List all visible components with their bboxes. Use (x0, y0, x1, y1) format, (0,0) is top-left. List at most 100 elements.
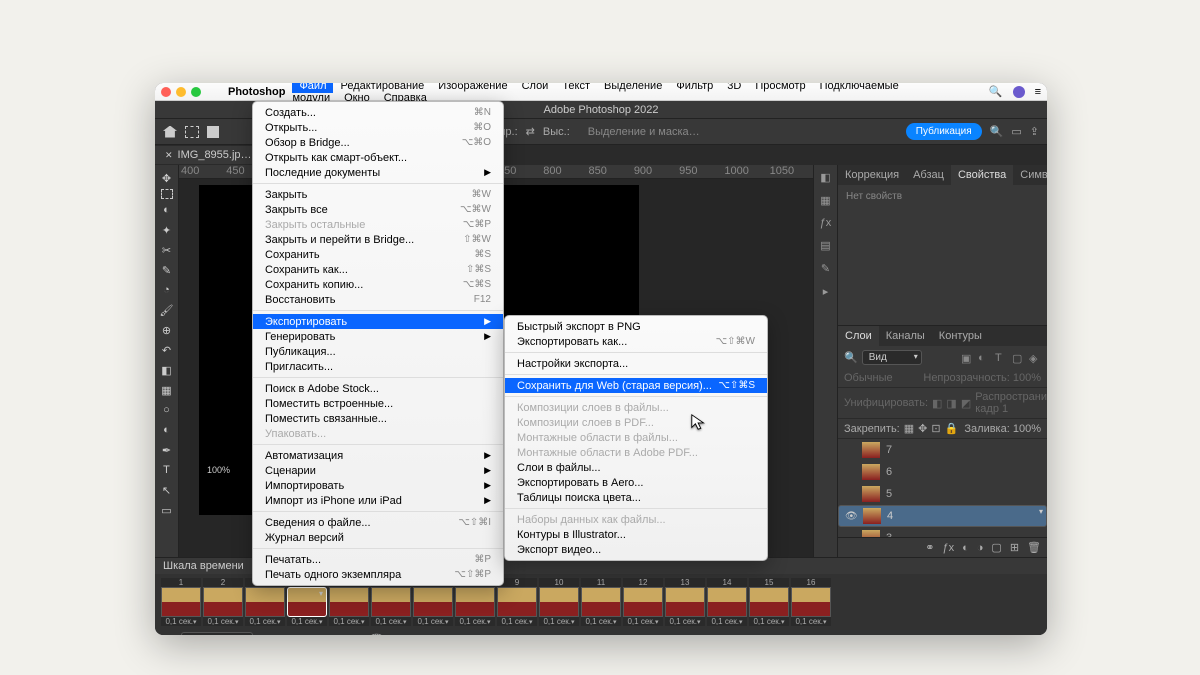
search-icon[interactable]: 🔍 (844, 351, 858, 364)
delete-frame-icon[interactable]: 🗑 (370, 633, 384, 636)
menu-текст[interactable]: Текст (555, 83, 597, 93)
frame[interactable]: 120,1 сек.▾ (623, 578, 663, 626)
close-icon[interactable] (161, 87, 171, 97)
menu-item[interactable]: Экспортировать▶ (253, 314, 503, 329)
app-menu[interactable]: Photoshop (221, 85, 292, 99)
menu-extra-icon[interactable]: ≡ (1035, 86, 1041, 98)
new-group-icon[interactable]: ▢ (991, 541, 1001, 554)
loop-select[interactable]: Постоянно (181, 632, 253, 636)
home-icon[interactable] (163, 126, 177, 138)
menu-item[interactable]: Настройки экспорта... (505, 356, 767, 371)
layer-tab[interactable]: Слои (838, 326, 879, 346)
menu-item[interactable]: Печатать...⌘P (253, 552, 503, 567)
swap-icon[interactable]: ⇄ (526, 125, 535, 138)
menu-item[interactable]: Импортировать▶ (253, 478, 503, 493)
fill-value[interactable]: 100% (1013, 423, 1041, 435)
filter-smart-icon[interactable]: ◈ (1029, 352, 1041, 364)
menu-item[interactable]: ВосстановитьF12 (253, 292, 503, 307)
move-tool[interactable]: ✥ (157, 169, 177, 187)
spotlight-icon[interactable]: 🔍 (989, 85, 1003, 98)
path-tool[interactable]: ↖ (157, 481, 177, 499)
gradient-tool[interactable]: ▦ (157, 381, 177, 399)
new-adjustment-icon[interactable]: ◑ (977, 542, 984, 554)
brush-tool[interactable]: 🖌 (157, 301, 177, 319)
adjustments-icon[interactable]: ƒx (820, 217, 832, 229)
history-brush-tool[interactable]: ↶ (157, 341, 177, 359)
menu-выделение[interactable]: Выделение (597, 83, 669, 93)
menu-item[interactable]: Пригласить... (253, 359, 503, 374)
history-icon[interactable]: ▤ (820, 239, 830, 252)
shape-tool[interactable]: ▭ (157, 501, 177, 519)
menu-item[interactable]: Поместить связанные... (253, 411, 503, 426)
menu-item[interactable]: Обзор в Bridge...⌥⌘O (253, 135, 503, 150)
menu-item[interactable]: Экспортировать как...⌥⇧⌘W (505, 334, 767, 349)
menu-item[interactable]: Закрыть и перейти в Bridge...⇧⌘W (253, 232, 503, 247)
menu-изображение[interactable]: Изображение (431, 83, 514, 93)
filter-image-icon[interactable]: ▣ (961, 352, 973, 364)
lock-pixels-icon[interactable]: ▦ (904, 422, 914, 435)
menu-item[interactable]: Сохранить⌘S (253, 247, 503, 262)
color-icon[interactable]: ◧ (820, 171, 830, 184)
play-icon[interactable]: ▶ (296, 633, 304, 636)
heal-tool[interactable]: ◔ (157, 281, 177, 299)
menu-item[interactable]: Поиск в Adobe Stock... (253, 381, 503, 396)
panel-tab[interactable]: Коррекция (838, 165, 906, 185)
menu-фильтр[interactable]: Фильтр (669, 83, 720, 93)
layer-tab[interactable]: Каналы (879, 326, 932, 346)
blend-mode-label[interactable]: Обычные (844, 372, 893, 384)
tween-icon[interactable]: ⟿ (329, 633, 345, 636)
eraser-tool[interactable]: ◧ (157, 361, 177, 379)
frame[interactable]: 110,1 сек.▾ (581, 578, 621, 626)
frame[interactable]: 160,1 сек.▾ (791, 578, 831, 626)
filter-type-icon[interactable]: T (995, 352, 1007, 364)
filter-shape-icon[interactable]: ▢ (1012, 352, 1024, 364)
unify-visibility-icon[interactable]: ◨ (946, 397, 956, 410)
menu-item[interactable]: Сценарии▶ (253, 463, 503, 478)
document-tab[interactable]: ✕ IMG_8955.jp… (155, 146, 262, 164)
frame[interactable]: 10,1 сек.▾ (161, 578, 201, 626)
layer-mask-icon[interactable]: ◐ (962, 542, 969, 554)
layer-filter-select[interactable]: Вид (862, 350, 922, 365)
menu-слои[interactable]: Слои (515, 83, 556, 93)
layer-fx-icon[interactable]: ƒx (942, 542, 954, 554)
select-mask-button[interactable]: Выделение и маска… (588, 126, 700, 138)
layer-tab[interactable]: Контуры (932, 326, 989, 346)
search-icon[interactable]: 🔍 (990, 125, 1004, 138)
menu-item[interactable]: Слои в файлы... (505, 460, 767, 475)
swatches-icon[interactable]: ▦ (820, 194, 830, 207)
layer-row[interactable]: 7 (838, 439, 1047, 461)
menu-просмотр[interactable]: Просмотр (748, 83, 812, 93)
menu-item[interactable]: Публикация... (253, 344, 503, 359)
dodge-tool[interactable]: ◐ (157, 421, 177, 439)
publish-button[interactable]: Публикация (906, 123, 982, 140)
frame[interactable]: 130,1 сек.▾ (665, 578, 705, 626)
tool-preset-icon[interactable] (207, 126, 219, 138)
menu-item[interactable]: Открыть...⌘O (253, 120, 503, 135)
menu-item[interactable]: Сохранить как...⇧⌘S (253, 262, 503, 277)
type-tool[interactable]: T (157, 461, 177, 479)
lasso-tool[interactable]: ◐ (157, 201, 177, 219)
visibility-icon[interactable]: 👁 (845, 511, 857, 522)
crop-tool[interactable]: ✂ (157, 241, 177, 259)
menu-item[interactable]: Поместить встроенные... (253, 396, 503, 411)
delete-layer-icon[interactable]: 🗑 (1027, 541, 1041, 554)
layer-row[interactable]: 3 (838, 527, 1047, 537)
marquee-tool-icon[interactable] (185, 126, 199, 138)
menu-item[interactable]: Импорт из iPhone или iPad▶ (253, 493, 503, 508)
menu-item[interactable]: Генерировать▶ (253, 329, 503, 344)
panel-tab[interactable]: Абзац (906, 165, 951, 185)
frame[interactable]: 90,1 сек.▾ (497, 578, 537, 626)
filter-adj-icon[interactable]: ◐ (978, 352, 990, 364)
menu-item[interactable]: Создать...⌘N (253, 105, 503, 120)
share-icon[interactable]: ⇪ (1030, 125, 1039, 138)
menu-item[interactable]: Последние документы▶ (253, 165, 503, 180)
unify-style-icon[interactable]: ◩ (961, 397, 971, 410)
menu-item[interactable]: Печать одного экземпляра⌥⇧⌘P (253, 567, 503, 582)
menu-item[interactable]: Закрыть⌘W (253, 187, 503, 202)
menu-item[interactable]: Таблицы поиска цвета... (505, 490, 767, 505)
link-layers-icon[interactable]: ⚭ (925, 541, 934, 554)
menu-item[interactable]: Закрыть все⌥⌘W (253, 202, 503, 217)
menu-item[interactable]: Сохранить копию...⌥⌘S (253, 277, 503, 292)
lock-all-icon[interactable]: 🔒 (945, 422, 959, 435)
marquee-tool[interactable] (161, 189, 173, 199)
